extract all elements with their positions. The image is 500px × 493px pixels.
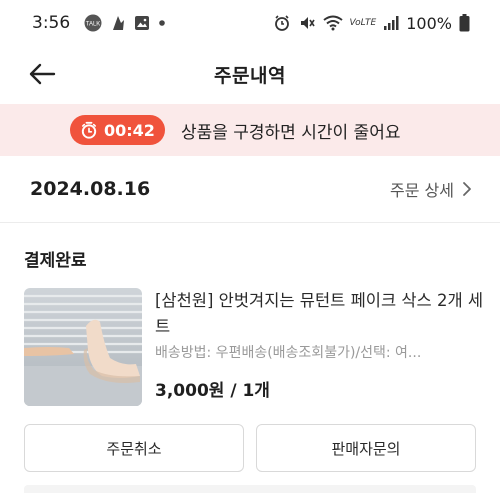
cancel-order-button[interactable]: 주문취소 [24,424,244,472]
battery-icon [459,14,470,32]
order-date: 2024.08.16 [30,178,151,200]
product-info: [삼천원] 안벗겨지는 뮤턴트 페이크 삭스 2개 세트 배송방법: 우편배송(… [155,288,485,401]
signal-icon [383,15,399,31]
order-status: 결제완료 [24,251,87,271]
seller-inquiry-button[interactable]: 판매자문의 [256,424,476,472]
mute-icon [298,14,316,32]
product-option: 배송방법: 우편배송(배송조회불가)/선택: 여... [155,345,422,361]
back-button[interactable] [26,58,58,90]
section-divider [0,222,500,223]
timer-value: 00:42 [104,120,155,140]
talk-notification-icon: TALK [84,14,102,32]
status-time: 3:56 [32,13,71,33]
gallery-notification-icon [134,15,150,31]
product-title[interactable]: [삼천원] 안벗겨지는 뮤턴트 페이크 삭스 2개 세트 [155,288,485,340]
order-detail-link[interactable]: 주문 상세 [390,177,472,201]
more-notifications-dot-icon [158,19,166,27]
order-item[interactable]: [삼천원] 안벗겨지는 뮤턴트 페이크 삭스 2개 세트 배송방법: 우편배송(… [24,288,484,408]
wifi-icon [322,15,343,31]
banner-message: 상품을 구경하면 시간이 줄어요 [180,122,401,143]
chevron-right-icon [462,181,472,197]
product-thumbnail[interactable] [24,288,142,406]
next-section-edge [24,485,476,493]
status-bar: 3:56 TALK VoLTE 100% [0,0,500,46]
volte-label: VoLTE [349,18,377,28]
page-title: 주문내역 [214,64,286,87]
svg-text:TALK: TALK [86,22,101,28]
timer-badge: 00:42 [70,115,165,145]
app-notification-icon [110,14,126,32]
order-date-row: 2024.08.16 주문 상세 [0,160,500,218]
app-header: 주문내역 [0,46,500,102]
alarm-icon [273,14,291,32]
stopwatch-icon [80,121,98,139]
product-price: 3,000원 / 1개 [155,381,270,401]
timer-banner[interactable]: 00:42 상품을 구경하면 시간이 줄어요 [0,104,500,156]
status-right: VoLTE 100% [273,14,470,33]
arrow-left-icon [28,62,56,86]
order-detail-label: 주문 상세 [390,181,454,200]
battery-percent: 100% [406,13,452,33]
status-left: 3:56 TALK [32,13,166,33]
